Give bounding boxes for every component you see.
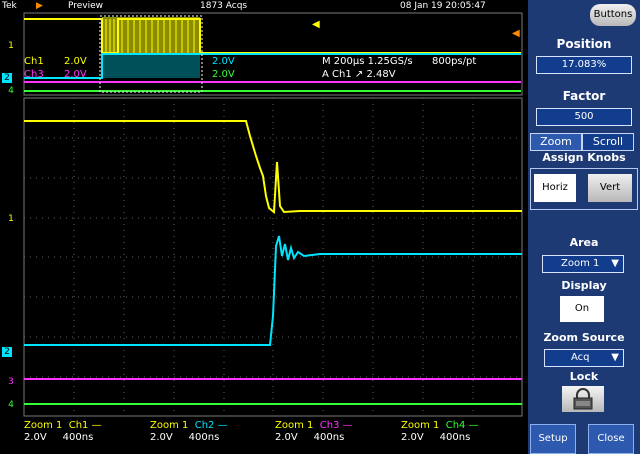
status-bar: Tek ▶ Preview 1873 Acqs 08 Jan 19 20:05:… xyxy=(0,0,528,12)
factor-title: Factor xyxy=(562,89,606,103)
readout-ch3: Zoom 1 Ch3 — 2.0V 400ns xyxy=(275,420,353,444)
ch2-time: 400ns xyxy=(188,432,220,443)
zoom-label: Zoom 1 xyxy=(275,420,314,431)
area-title: Area xyxy=(569,236,599,249)
overview-ch3-scale: 2.0V xyxy=(64,69,87,80)
zoom-source-select[interactable]: Acq ▼ xyxy=(544,349,624,367)
lock-button[interactable] xyxy=(562,386,604,412)
trigger-position-marker: ▶ xyxy=(36,1,43,11)
overview-waveform-svg: ◀ ◀ xyxy=(23,12,523,96)
ch2-marker-overview: 2 xyxy=(2,73,12,83)
lock-title: Lock xyxy=(569,370,599,383)
ch4-label: Ch4 — xyxy=(445,420,479,431)
ch3-time: 400ns xyxy=(313,432,345,443)
tab-zoom[interactable]: Zoom xyxy=(530,133,582,151)
ch4-marker: 4 xyxy=(8,400,14,410)
chevron-down-icon: ▼ xyxy=(611,258,619,269)
ch2-marker: 2 xyxy=(2,347,12,357)
zoom-label: Zoom 1 xyxy=(150,420,189,431)
ch1-volts: 2.0V xyxy=(24,432,47,443)
area-select-value: Zoom 1 xyxy=(561,258,600,269)
setup-button[interactable]: Setup xyxy=(530,424,576,454)
zoom-source-value: Acq xyxy=(571,352,590,363)
assign-knobs-title: Assign Knobs xyxy=(542,151,626,164)
timebase-readout: M 200µs 1.25GS/s xyxy=(322,56,413,67)
acquisition-count: 1873 Acqs xyxy=(200,1,248,11)
resolution-readout: 800ps/pt xyxy=(432,56,477,67)
readout-ch4: Zoom 1 Ch4 — 2.0V 400ns xyxy=(401,420,479,444)
trigger-readout: A Ch1 ↗ 2.48V xyxy=(322,69,396,80)
position-title: Position xyxy=(556,37,612,51)
ch4-time: 400ns xyxy=(439,432,471,443)
ch4-volts: 2.0V xyxy=(401,432,424,443)
overview-ch3-label: Ch3 xyxy=(24,69,44,80)
channel-readouts: Zoom 1 Ch1 — 2.0V 400ns Zoom 1 Ch2 — 2.0… xyxy=(0,418,528,454)
horiz-button[interactable]: Horiz xyxy=(534,174,576,202)
brand-label: Tek xyxy=(2,1,17,11)
zoom-label: Zoom 1 xyxy=(401,420,440,431)
factor-value[interactable]: 500 xyxy=(536,108,632,126)
overview-waveform: ◀ ◀ Ch1 2.0V 2.0V Ch3 2.0V 2.0V M 200µs … xyxy=(0,12,528,96)
display-toggle[interactable]: On xyxy=(560,296,604,322)
chevron-down-icon: ▼ xyxy=(611,352,619,363)
readout-ch1: Zoom 1 Ch1 — 2.0V 400ns xyxy=(24,420,102,444)
ch3-volts: 2.0V xyxy=(275,432,298,443)
display-title: Display xyxy=(561,279,607,292)
ch1-time: 400ns xyxy=(62,432,94,443)
ch1-marker-overview: 1 xyxy=(8,41,14,51)
acquisition-mode: Preview xyxy=(68,1,104,11)
vert-button[interactable]: Vert xyxy=(588,174,632,202)
overview-ch4-scale: 2.0V xyxy=(212,69,235,80)
area-select[interactable]: Zoom 1 ▼ xyxy=(542,255,624,273)
overview-ch1-scale: 2.0V xyxy=(64,56,87,67)
readout-ch2: Zoom 1 Ch2 — 2.0V 400ns xyxy=(150,420,228,444)
zoom-waveform-svg xyxy=(23,97,523,417)
ch2-volts: 2.0V xyxy=(150,432,173,443)
date-time: 08 Jan 19 20:05:47 xyxy=(400,1,486,11)
position-value[interactable]: 17.083% xyxy=(536,56,632,74)
ch1-marker: 1 xyxy=(8,214,14,224)
svg-text:◀: ◀ xyxy=(312,19,320,30)
svg-text:◀: ◀ xyxy=(512,28,520,39)
ch4-marker-overview: 4 xyxy=(8,86,14,96)
zoom-label: Zoom 1 xyxy=(24,420,63,431)
ch3-marker: 3 xyxy=(8,377,14,387)
ch1-label: Ch1 — xyxy=(68,420,102,431)
ch2-label: Ch2 — xyxy=(194,420,228,431)
buttons-button[interactable]: Buttons xyxy=(590,4,636,26)
zoom-waveform: 1 2 3 4 xyxy=(0,96,528,418)
lock-icon xyxy=(573,388,593,410)
overview-ch2-scale: 2.0V xyxy=(212,56,235,67)
zoom-source-title: Zoom Source xyxy=(543,331,625,344)
ch3-label: Ch3 — xyxy=(319,420,353,431)
overview-ch1-label: Ch1 xyxy=(24,56,44,67)
close-button[interactable]: Close xyxy=(588,424,634,454)
tab-scroll[interactable]: Scroll xyxy=(582,133,634,151)
